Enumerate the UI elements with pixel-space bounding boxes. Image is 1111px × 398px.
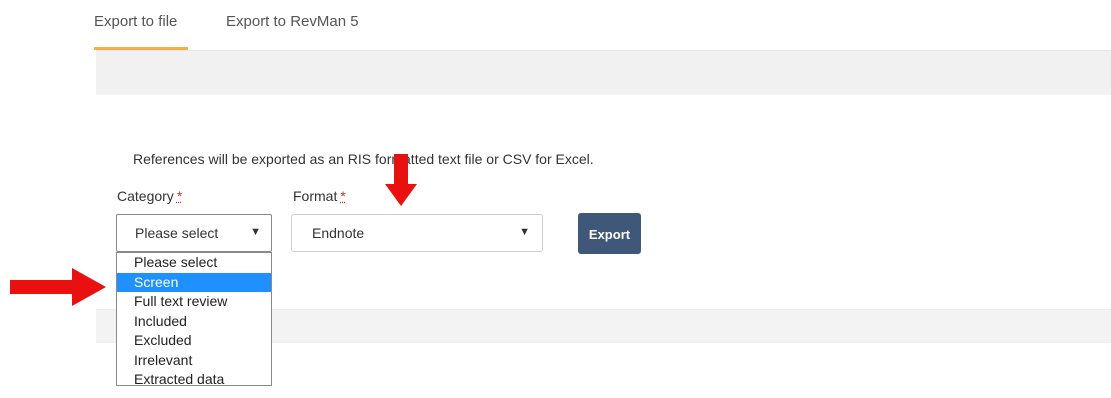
- tab-bar: Export to file Export to RevMan 5: [0, 0, 1111, 50]
- dropdown-option-screen[interactable]: Screen: [117, 272, 271, 292]
- category-select-value: Please select: [135, 225, 219, 241]
- category-label: Category *: [117, 188, 182, 204]
- category-label-text: Category: [117, 188, 174, 204]
- tab-label: Export to RevMan 5: [226, 13, 359, 30]
- format-select[interactable]: Endnote ▼: [291, 214, 543, 252]
- category-select[interactable]: Please select ▼: [116, 214, 272, 252]
- category-dropdown-list: Please select Screen Full text review In…: [116, 252, 272, 387]
- chevron-down-icon: ▼: [519, 226, 530, 238]
- dropdown-option-full-text-review[interactable]: Full text review: [117, 292, 271, 312]
- dropdown-option-excluded[interactable]: Excluded: [117, 331, 271, 351]
- tab-export-to-revman[interactable]: Export to RevMan 5: [226, 10, 386, 50]
- red-arrow-down-icon: [385, 154, 417, 206]
- format-select-value: Endnote: [312, 225, 365, 241]
- dropdown-option-extracted-data[interactable]: Extracted data: [117, 370, 271, 390]
- section-header-band: [96, 50, 1111, 95]
- export-description: References will be exported as an RIS fo…: [133, 151, 594, 167]
- format-label-text: Format: [293, 188, 338, 204]
- dropdown-option-please-select[interactable]: Please select: [117, 253, 271, 273]
- required-marker: *: [176, 188, 183, 204]
- format-label: Format *: [293, 188, 346, 204]
- export-button[interactable]: Export: [578, 213, 641, 254]
- red-arrow-right-icon: [10, 268, 106, 306]
- tab-label: Export to file: [94, 13, 178, 30]
- dropdown-option-included[interactable]: Included: [117, 312, 271, 332]
- dropdown-option-irrelevant[interactable]: Irrelevant: [117, 351, 271, 371]
- export-page: Export to file Export to RevMan 5 Refere…: [0, 0, 1111, 398]
- required-marker: *: [340, 188, 346, 204]
- tab-export-to-file[interactable]: Export to file: [94, 10, 188, 50]
- chevron-down-icon: ▼: [250, 226, 261, 238]
